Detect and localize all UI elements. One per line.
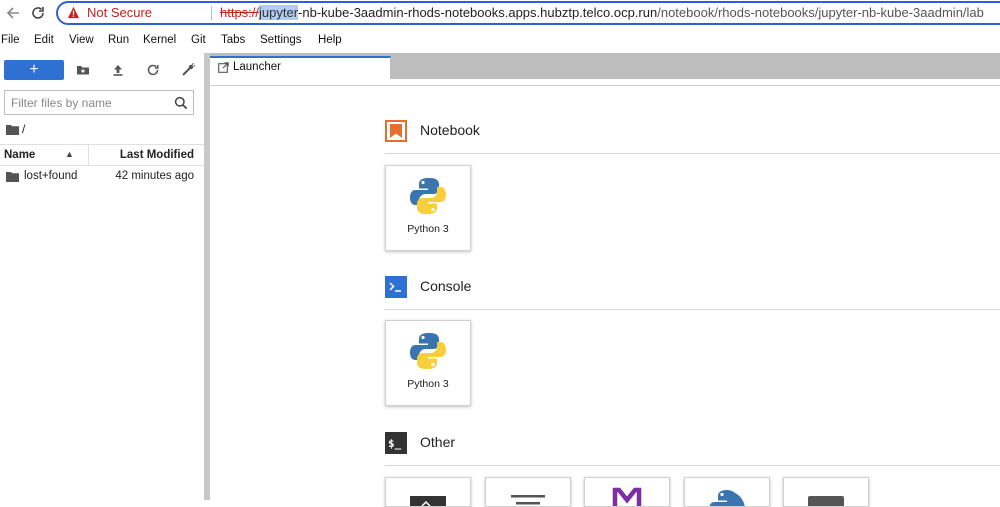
console-icon	[385, 276, 407, 298]
filter-box	[4, 90, 194, 115]
new-folder-icon[interactable]	[75, 62, 91, 78]
url-selection: jupyter	[259, 5, 299, 20]
markdown-file-card[interactable]	[584, 477, 670, 507]
show-contextual-help-card[interactable]	[783, 477, 869, 507]
section-title: Other	[420, 434, 456, 450]
url-divider	[211, 6, 212, 20]
section-notebook: Notebook	[385, 120, 1000, 154]
text-file-card[interactable]	[485, 477, 571, 507]
markdown-icon	[612, 487, 642, 506]
menu-edit[interactable]: Edit	[34, 34, 54, 46]
warning-icon	[67, 6, 80, 19]
section-console: Console	[385, 276, 1000, 310]
filter-files-input[interactable]	[11, 94, 171, 111]
tab-content-top	[210, 79, 1000, 86]
menu-settings[interactable]: Settings	[260, 34, 302, 46]
column-name[interactable]: Name	[4, 149, 35, 161]
sort-caret-icon: ▲	[65, 149, 74, 159]
console-python3-card[interactable]: Python 3	[385, 320, 471, 406]
breadcrumb-root[interactable]: /	[22, 122, 25, 136]
upload-icon[interactable]	[110, 62, 126, 78]
terminal-card[interactable]	[385, 477, 471, 507]
python-logo-icon	[709, 490, 745, 506]
menu-view[interactable]: View	[69, 34, 94, 46]
url-text[interactable]: https://jupyter-nb-kube-3aadmin-rhods-no…	[220, 3, 984, 23]
not-secure-label[interactable]: Not Secure	[87, 3, 152, 23]
back-arrow-icon[interactable]	[3, 3, 23, 23]
main-tab-bar: Launcher	[210, 53, 1000, 80]
help-icon	[808, 496, 844, 506]
file-name: lost+found	[24, 170, 78, 182]
browser-toolbar: Not Secure https://jupyter-nb-kube-3aadm…	[0, 0, 1000, 27]
menu-tabs[interactable]: Tabs	[221, 34, 245, 46]
terminal-icon	[410, 496, 446, 506]
python-logo-icon	[410, 178, 446, 214]
tab-label: Launcher	[233, 61, 281, 73]
search-icon	[174, 96, 188, 110]
section-title: Console	[420, 278, 472, 294]
file-browser-panel: + / Name ▲ Last Modified lost+found 42 m…	[0, 53, 204, 500]
section-other: $_ Other	[385, 432, 1000, 466]
column-divider	[88, 145, 89, 165]
tab-launcher[interactable]: Launcher	[210, 56, 391, 80]
new-launcher-button[interactable]: +	[4, 60, 64, 80]
launch-icon	[218, 62, 229, 73]
address-bar[interactable]: Not Secure https://jupyter-nb-kube-3aadm…	[56, 1, 1000, 25]
text-file-icon	[511, 495, 545, 505]
menu-bar: File Edit View Run Kernel Git Tabs Setti…	[0, 31, 1000, 51]
menu-run[interactable]: Run	[108, 34, 129, 46]
folder-icon[interactable]	[6, 124, 19, 135]
folder-icon	[6, 172, 19, 182]
url-path: /notebook/rhods-notebooks/jupyter-nb-kub…	[657, 5, 984, 20]
python-logo-icon	[410, 333, 446, 369]
menu-kernel[interactable]: Kernel	[143, 34, 176, 46]
column-last-modified[interactable]: Last Modified	[120, 149, 194, 161]
card-label: Python 3	[407, 223, 449, 235]
menu-git[interactable]: Git	[191, 34, 206, 46]
launcher-panel: Notebook Python 3 Console Python 3 $_ Ot…	[210, 87, 1000, 507]
menu-help[interactable]: Help	[318, 34, 342, 46]
url-scheme: https://	[220, 5, 260, 20]
file-row[interactable]: lost+found 42 minutes ago	[0, 167, 204, 187]
url-host: -nb-kube-3aadmin-rhods-notebooks.apps.hu…	[298, 5, 658, 20]
card-label: Python 3	[407, 378, 449, 390]
terminal-icon: $_	[385, 432, 407, 454]
python-file-card[interactable]	[684, 477, 770, 507]
svg-text:$_: $_	[388, 437, 402, 450]
file-modified: 42 minutes ago	[115, 170, 194, 182]
file-list-header: Name ▲ Last Modified	[0, 144, 204, 166]
menu-file[interactable]: File	[1, 34, 20, 46]
section-title: Notebook	[420, 122, 480, 138]
refresh-icon[interactable]	[145, 62, 161, 78]
git-clone-icon[interactable]	[180, 62, 196, 78]
notebook-python3-card[interactable]: Python 3	[385, 165, 471, 251]
reload-icon[interactable]	[28, 3, 48, 23]
notebook-icon	[385, 120, 407, 142]
